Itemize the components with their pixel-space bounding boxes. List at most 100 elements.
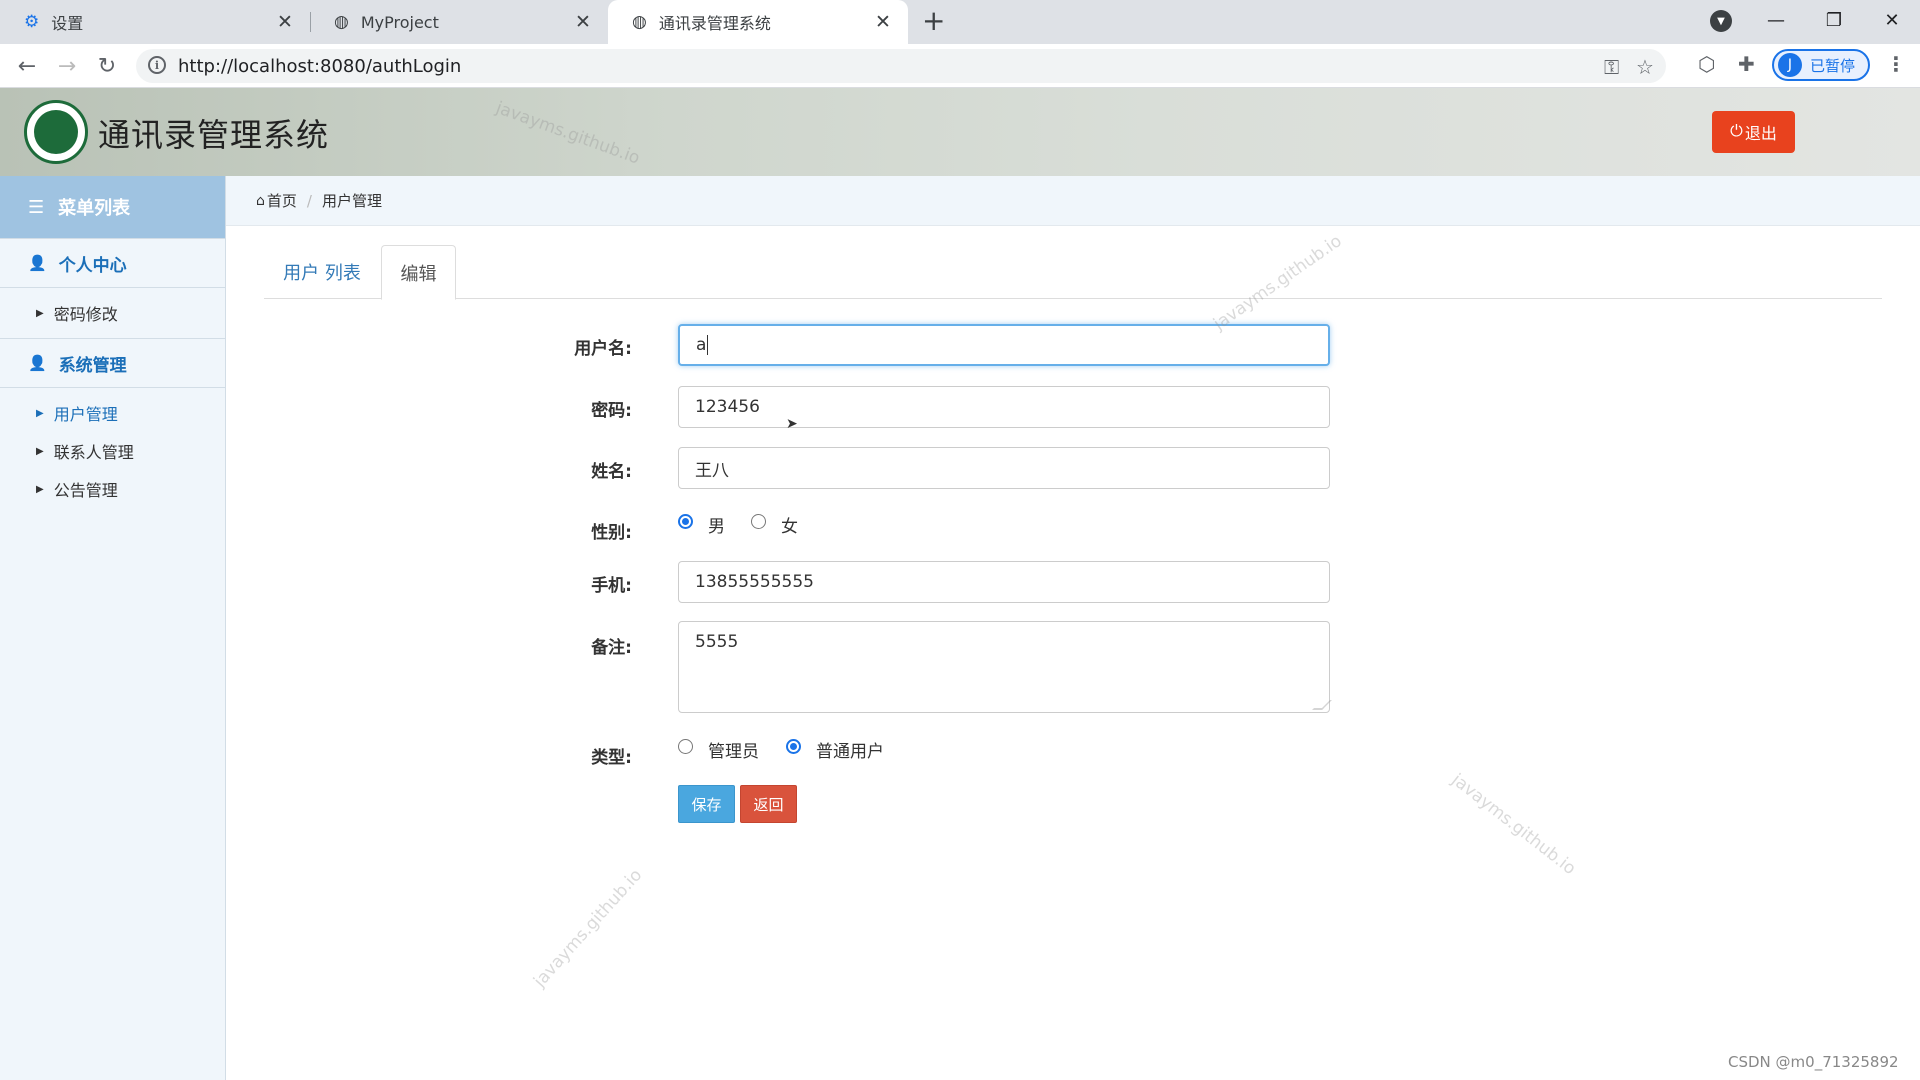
url-text[interactable]: http://localhost:8080/authLogin bbox=[178, 56, 461, 77]
gender-label: 性别: bbox=[591, 523, 632, 543]
caret-right-icon: ▶ bbox=[36, 483, 44, 495]
logout-button[interactable]: ⏻ 退出 bbox=[1712, 111, 1795, 153]
page-tabs: 用户 列表 编辑 bbox=[264, 245, 1882, 300]
type-admin-radio[interactable] bbox=[678, 739, 693, 754]
sidebar-item-label: 密码修改 bbox=[53, 305, 118, 324]
breadcrumb-separator: / bbox=[306, 191, 312, 210]
logout-label: 退出 bbox=[1744, 126, 1777, 143]
gear-icon: ⚙ bbox=[24, 12, 40, 32]
tab-label: 设置 bbox=[51, 14, 84, 33]
address-bar[interactable]: i http://localhost:8080/authLogin ⚿ ☆ bbox=[136, 49, 1666, 83]
logo-emblem bbox=[34, 110, 78, 154]
caret-right-icon: ▶ bbox=[36, 445, 44, 457]
name-value: 王八 bbox=[695, 460, 729, 481]
home-icon: ⌂ bbox=[256, 192, 265, 209]
breadcrumb: ⌂ 首页 / 用户管理 bbox=[226, 176, 1920, 226]
close-icon[interactable]: ✕ bbox=[572, 11, 594, 33]
breadcrumb-current: 用户管理 bbox=[321, 192, 382, 210]
user-icon: 👤 bbox=[28, 254, 47, 272]
avatar: J bbox=[1778, 53, 1802, 77]
list-icon: ☰ bbox=[28, 196, 45, 218]
password-label: 密码: bbox=[591, 401, 632, 421]
type-admin-label[interactable]: 管理员 bbox=[708, 737, 759, 762]
tab-user-list[interactable]: 用户 列表 bbox=[264, 245, 380, 299]
star-bookmark-icon[interactable]: ☆ bbox=[1636, 55, 1654, 79]
username-field[interactable]: a bbox=[678, 324, 1330, 366]
browser-tab-settings[interactable]: ⚙ 设置 ✕ bbox=[0, 0, 310, 44]
tab-search-chevron-icon[interactable]: ▼ bbox=[1710, 10, 1732, 32]
reload-icon[interactable]: ↻ bbox=[93, 52, 121, 80]
sidebar-title: 菜单列表 bbox=[58, 198, 131, 219]
browser-toolbar: ← → ↻ i http://localhost:8080/authLogin … bbox=[0, 44, 1920, 88]
globe-icon: ◍ bbox=[632, 12, 647, 32]
sidebar-item-password[interactable]: ▶ 密码修改 bbox=[0, 294, 225, 332]
text-caret bbox=[707, 335, 709, 355]
phone-label: 手机: bbox=[591, 576, 632, 596]
sidebar-group-label: 系统管理 bbox=[58, 355, 127, 376]
mouse-cursor-icon: ➤ bbox=[786, 416, 798, 432]
new-tab-plus-icon[interactable]: + bbox=[922, 4, 945, 37]
puzzle-extensions-icon[interactable]: ✚ bbox=[1738, 52, 1755, 76]
resize-grip-icon[interactable] bbox=[1312, 700, 1332, 710]
breadcrumb-home[interactable]: 首页 bbox=[267, 190, 297, 211]
sidebar-group-label: 个人中心 bbox=[58, 255, 127, 276]
power-icon: ⏻ bbox=[1730, 123, 1743, 140]
university-logo bbox=[24, 100, 88, 164]
footer-credit: CSDN @m0_71325892 bbox=[1728, 1053, 1899, 1071]
watermark: javayms.github.io bbox=[530, 865, 647, 992]
browser-tab-active[interactable]: ◍ 通讯录管理系统 ✕ bbox=[608, 0, 908, 44]
password-value: 123456 bbox=[695, 397, 760, 417]
save-button[interactable]: 保存 bbox=[678, 785, 735, 823]
browser-tab-myproject[interactable]: ◍ MyProject ✕ bbox=[310, 0, 608, 44]
sidebar-item-notices[interactable]: ▶ 公告管理 bbox=[0, 470, 225, 508]
caret-right-icon: ▶ bbox=[36, 307, 44, 319]
restore-icon[interactable]: ❐ bbox=[1806, 0, 1862, 40]
app-header: 通讯录管理系统 ⏻ 退出 bbox=[0, 88, 1920, 176]
gender-female-label[interactable]: 女 bbox=[781, 512, 798, 537]
phone-value: 13855555555 bbox=[695, 572, 814, 592]
sidebar-item-contacts[interactable]: ▶ 联系人管理 bbox=[0, 432, 225, 470]
gender-female-radio[interactable] bbox=[751, 514, 766, 529]
tab-label: 通讯录管理系统 bbox=[658, 14, 771, 33]
remark-textarea[interactable]: 5555 bbox=[678, 621, 1332, 713]
name-field[interactable]: 王八 bbox=[678, 447, 1330, 489]
back-arrow-icon[interactable]: ← bbox=[13, 52, 41, 80]
more-menu-icon[interactable]: ⋮ bbox=[1886, 52, 1906, 76]
site-info-icon[interactable]: i bbox=[148, 56, 166, 74]
key-icon[interactable]: ⚿ bbox=[1604, 55, 1619, 79]
profile-button[interactable]: J 已暂停 bbox=[1772, 49, 1870, 81]
profile-status: 已暂停 bbox=[1810, 56, 1856, 75]
tab-edit[interactable]: 编辑 bbox=[381, 245, 456, 300]
sidebar-item-label: 联系人管理 bbox=[53, 443, 134, 462]
forward-arrow-icon[interactable]: → bbox=[53, 52, 81, 80]
type-user-label[interactable]: 普通用户 bbox=[816, 737, 884, 762]
username-value: a bbox=[696, 335, 707, 355]
remark-label: 备注: bbox=[591, 638, 632, 658]
extension-hexagon-icon[interactable]: ⬡ bbox=[1698, 52, 1715, 76]
gender-male-label[interactable]: 男 bbox=[708, 512, 725, 537]
phone-field[interactable]: 13855555555 bbox=[678, 561, 1330, 603]
sidebar-group-system[interactable]: 👤 系统管理 bbox=[0, 338, 225, 388]
sidebar-header: ☰ 菜单列表 bbox=[0, 176, 225, 238]
app-title: 通讯录管理系统 bbox=[98, 116, 330, 154]
password-field[interactable]: 123456 bbox=[678, 386, 1330, 428]
remark-value: 5555 bbox=[695, 632, 739, 652]
name-label: 姓名: bbox=[591, 462, 632, 482]
user-icon: 👤 bbox=[28, 354, 47, 372]
tab-label: MyProject bbox=[360, 12, 439, 32]
watermark: javayms.github.io bbox=[1447, 770, 1580, 880]
back-button[interactable]: 返回 bbox=[740, 785, 797, 823]
type-user-radio[interactable] bbox=[786, 739, 801, 754]
window-close-icon[interactable]: ✕ bbox=[1864, 0, 1920, 40]
sidebar: ☰ 菜单列表 👤 个人中心 ▶ 密码修改 👤 系统管理 ▶ 用户管理 ▶ 联系人… bbox=[0, 176, 226, 1080]
close-icon[interactable]: ✕ bbox=[274, 11, 296, 33]
globe-icon: ◍ bbox=[334, 12, 349, 32]
browser-tabstrip: ⚙ 设置 ✕ ◍ MyProject ✕ ◍ 通讯录管理系统 ✕ + ▼ — ❐… bbox=[0, 0, 1920, 44]
gender-male-radio[interactable] bbox=[678, 514, 693, 529]
sidebar-group-personal[interactable]: 👤 个人中心 bbox=[0, 238, 225, 288]
sidebar-item-label: 用户管理 bbox=[53, 405, 118, 424]
sidebar-item-users[interactable]: ▶ 用户管理 bbox=[0, 394, 225, 432]
minimize-icon[interactable]: — bbox=[1748, 0, 1804, 40]
caret-right-icon: ▶ bbox=[36, 407, 44, 419]
close-icon[interactable]: ✕ bbox=[872, 11, 894, 33]
